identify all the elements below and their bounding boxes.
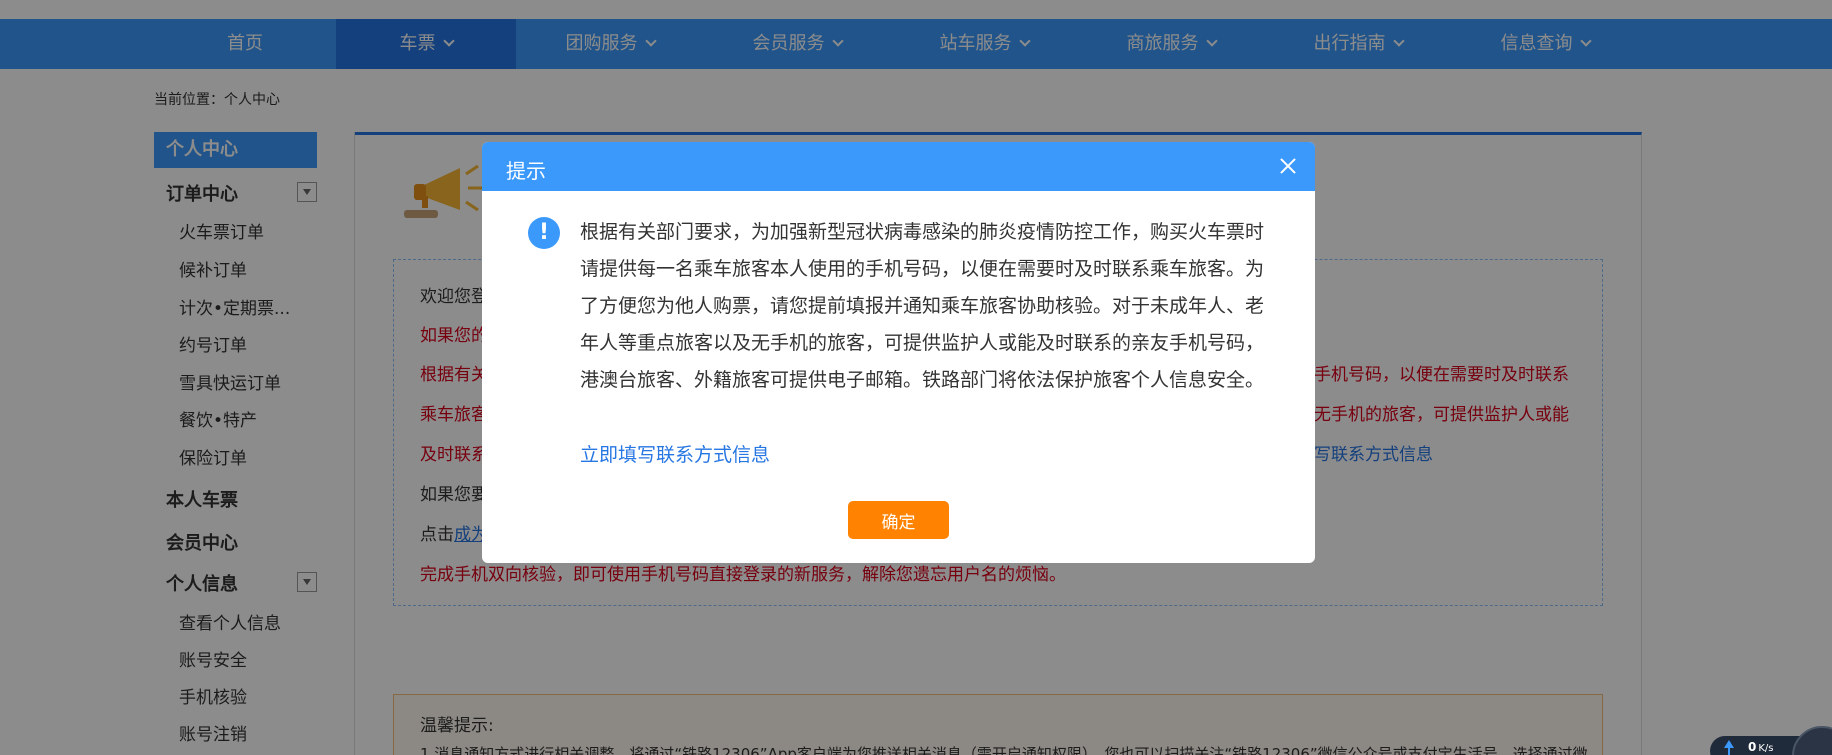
speed-unit: K/s <box>1758 743 1774 754</box>
info-icon: ! <box>528 217 560 249</box>
fill-contact-info-link[interactable]: 立即填写联系方式信息 <box>580 440 770 467</box>
speed-value: 0 <box>1748 740 1757 754</box>
upload-arrow-icon <box>1724 740 1734 755</box>
confirm-button[interactable]: 确定 <box>848 501 949 539</box>
dialog-title: 提示 <box>506 159 546 183</box>
close-icon[interactable] <box>1278 156 1298 176</box>
dialog-message: 根据有关部门要求，为加强新型冠状病毒感染的肺炎疫情防控工作，购买火车票时请提供每… <box>580 221 1265 391</box>
notice-dialog: 提示 ! 根据有关部门要求，为加强新型冠状病毒感染的肺炎疫情防控工作，购买火车票… <box>482 142 1315 563</box>
dialog-header: 提示 <box>482 142 1315 191</box>
